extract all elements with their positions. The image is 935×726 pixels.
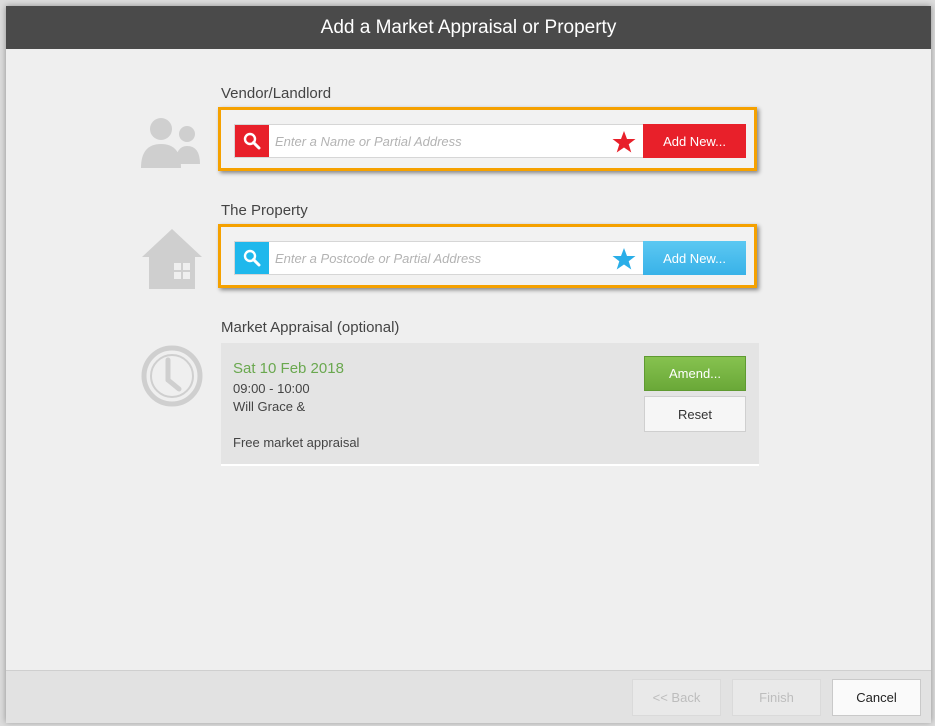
property-search-input[interactable] bbox=[275, 242, 605, 274]
appraisal-panel: Sat 10 Feb 2018 09:00 - 10:00 Will Grace… bbox=[221, 343, 759, 466]
vendor-search-box: Add New... bbox=[234, 124, 746, 158]
vendor-section-label: Vendor/Landlord bbox=[221, 85, 332, 102]
dialog-footer: << Back Finish Cancel bbox=[6, 670, 931, 723]
property-section-label: The Property bbox=[221, 202, 308, 219]
clock-icon bbox=[140, 344, 204, 413]
appraisal-agent: Will Grace & bbox=[233, 399, 306, 414]
cancel-button[interactable]: Cancel bbox=[832, 679, 921, 716]
house-icon bbox=[140, 227, 204, 294]
search-icon bbox=[243, 132, 261, 150]
dialog-title: Add a Market Appraisal or Property bbox=[6, 6, 931, 49]
appraisal-description: Free market appraisal bbox=[233, 435, 360, 450]
amend-button[interactable]: Amend... bbox=[644, 356, 746, 391]
search-icon bbox=[243, 249, 261, 267]
favourite-star-icon[interactable] bbox=[612, 130, 636, 154]
vendor-search-button[interactable] bbox=[235, 125, 269, 157]
property-search-button[interactable] bbox=[235, 242, 269, 274]
favourite-star-icon[interactable] bbox=[612, 247, 636, 271]
add-appraisal-dialog: Add a Market Appraisal or Property Vendo… bbox=[6, 6, 931, 723]
vendor-add-new-button[interactable]: Add New... bbox=[643, 124, 746, 158]
people-icon bbox=[140, 114, 204, 175]
appraisal-section-label: Market Appraisal (optional) bbox=[221, 319, 400, 336]
finish-button[interactable]: Finish bbox=[732, 679, 821, 716]
property-add-new-button[interactable]: Add New... bbox=[643, 241, 746, 275]
property-search-frame: Add New... bbox=[218, 224, 757, 288]
appraisal-time: 09:00 - 10:00 bbox=[233, 381, 310, 396]
appraisal-date: Sat 10 Feb 2018 bbox=[233, 360, 344, 377]
property-search-box: Add New... bbox=[234, 241, 746, 275]
vendor-search-input[interactable] bbox=[275, 125, 605, 157]
back-button[interactable]: << Back bbox=[632, 679, 721, 716]
reset-button[interactable]: Reset bbox=[644, 396, 746, 432]
vendor-search-frame: Add New... bbox=[218, 107, 757, 171]
